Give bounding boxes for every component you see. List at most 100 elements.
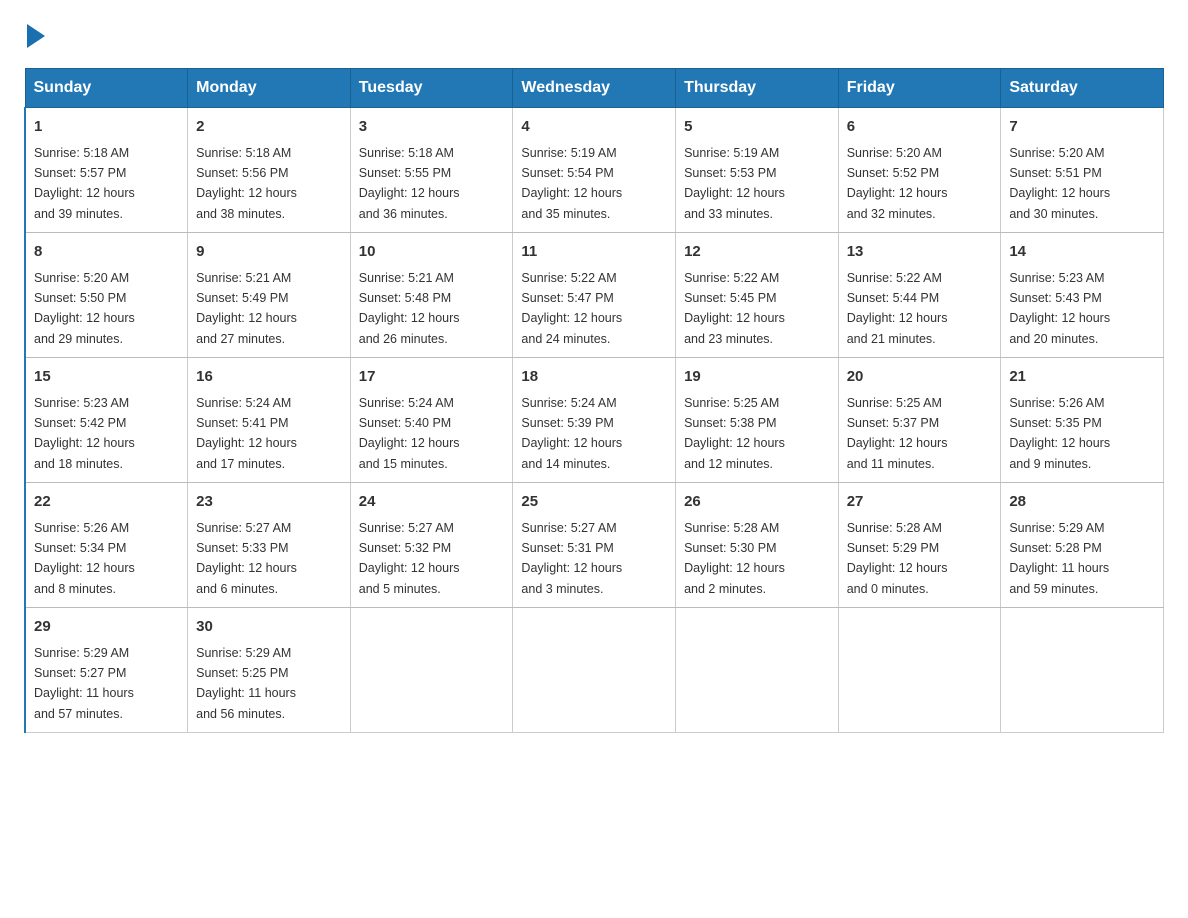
calendar-cell: 21 Sunrise: 5:26 AMSunset: 5:35 PMDaylig… bbox=[1001, 358, 1164, 483]
cell-info: Sunrise: 5:26 AMSunset: 5:34 PMDaylight:… bbox=[34, 521, 135, 596]
calendar-cell: 14 Sunrise: 5:23 AMSunset: 5:43 PMDaylig… bbox=[1001, 233, 1164, 358]
col-header-friday: Friday bbox=[838, 69, 1001, 108]
cell-info: Sunrise: 5:22 AMSunset: 5:44 PMDaylight:… bbox=[847, 271, 948, 346]
calendar-cell: 27 Sunrise: 5:28 AMSunset: 5:29 PMDaylig… bbox=[838, 483, 1001, 608]
day-number: 21 bbox=[1009, 366, 1155, 389]
calendar-table: SundayMondayTuesdayWednesdayThursdayFrid… bbox=[24, 68, 1164, 733]
logo bbox=[24, 24, 45, 48]
day-number: 14 bbox=[1009, 241, 1155, 264]
day-number: 11 bbox=[521, 241, 667, 264]
calendar-week-row: 22 Sunrise: 5:26 AMSunset: 5:34 PMDaylig… bbox=[25, 483, 1164, 608]
calendar-cell: 3 Sunrise: 5:18 AMSunset: 5:55 PMDayligh… bbox=[350, 108, 513, 233]
day-number: 19 bbox=[684, 366, 830, 389]
cell-info: Sunrise: 5:29 AMSunset: 5:25 PMDaylight:… bbox=[196, 646, 296, 721]
calendar-cell: 10 Sunrise: 5:21 AMSunset: 5:48 PMDaylig… bbox=[350, 233, 513, 358]
cell-info: Sunrise: 5:21 AMSunset: 5:48 PMDaylight:… bbox=[359, 271, 460, 346]
cell-info: Sunrise: 5:22 AMSunset: 5:47 PMDaylight:… bbox=[521, 271, 622, 346]
cell-info: Sunrise: 5:19 AMSunset: 5:53 PMDaylight:… bbox=[684, 146, 785, 221]
day-number: 4 bbox=[521, 116, 667, 139]
day-number: 12 bbox=[684, 241, 830, 264]
cell-info: Sunrise: 5:27 AMSunset: 5:31 PMDaylight:… bbox=[521, 521, 622, 596]
calendar-cell: 2 Sunrise: 5:18 AMSunset: 5:56 PMDayligh… bbox=[188, 108, 351, 233]
day-number: 13 bbox=[847, 241, 993, 264]
cell-info: Sunrise: 5:29 AMSunset: 5:28 PMDaylight:… bbox=[1009, 521, 1109, 596]
cell-info: Sunrise: 5:20 AMSunset: 5:50 PMDaylight:… bbox=[34, 271, 135, 346]
day-number: 29 bbox=[34, 616, 179, 639]
day-number: 2 bbox=[196, 116, 342, 139]
calendar-week-row: 8 Sunrise: 5:20 AMSunset: 5:50 PMDayligh… bbox=[25, 233, 1164, 358]
calendar-cell: 8 Sunrise: 5:20 AMSunset: 5:50 PMDayligh… bbox=[25, 233, 188, 358]
calendar-cell bbox=[676, 608, 839, 733]
day-number: 3 bbox=[359, 116, 505, 139]
cell-info: Sunrise: 5:24 AMSunset: 5:39 PMDaylight:… bbox=[521, 396, 622, 471]
col-header-tuesday: Tuesday bbox=[350, 69, 513, 108]
day-number: 1 bbox=[34, 116, 179, 139]
cell-info: Sunrise: 5:24 AMSunset: 5:40 PMDaylight:… bbox=[359, 396, 460, 471]
calendar-cell: 9 Sunrise: 5:21 AMSunset: 5:49 PMDayligh… bbox=[188, 233, 351, 358]
day-number: 16 bbox=[196, 366, 342, 389]
calendar-cell bbox=[350, 608, 513, 733]
cell-info: Sunrise: 5:21 AMSunset: 5:49 PMDaylight:… bbox=[196, 271, 297, 346]
calendar-cell: 28 Sunrise: 5:29 AMSunset: 5:28 PMDaylig… bbox=[1001, 483, 1164, 608]
calendar-cell: 5 Sunrise: 5:19 AMSunset: 5:53 PMDayligh… bbox=[676, 108, 839, 233]
calendar-cell: 24 Sunrise: 5:27 AMSunset: 5:32 PMDaylig… bbox=[350, 483, 513, 608]
day-number: 8 bbox=[34, 241, 179, 264]
cell-info: Sunrise: 5:23 AMSunset: 5:43 PMDaylight:… bbox=[1009, 271, 1110, 346]
day-number: 24 bbox=[359, 491, 505, 514]
day-number: 22 bbox=[34, 491, 179, 514]
cell-info: Sunrise: 5:20 AMSunset: 5:51 PMDaylight:… bbox=[1009, 146, 1110, 221]
day-number: 7 bbox=[1009, 116, 1155, 139]
day-number: 28 bbox=[1009, 491, 1155, 514]
calendar-cell: 19 Sunrise: 5:25 AMSunset: 5:38 PMDaylig… bbox=[676, 358, 839, 483]
cell-info: Sunrise: 5:18 AMSunset: 5:55 PMDaylight:… bbox=[359, 146, 460, 221]
calendar-cell: 13 Sunrise: 5:22 AMSunset: 5:44 PMDaylig… bbox=[838, 233, 1001, 358]
page-header bbox=[24, 24, 1164, 48]
col-header-saturday: Saturday bbox=[1001, 69, 1164, 108]
col-header-thursday: Thursday bbox=[676, 69, 839, 108]
calendar-week-row: 29 Sunrise: 5:29 AMSunset: 5:27 PMDaylig… bbox=[25, 608, 1164, 733]
day-number: 18 bbox=[521, 366, 667, 389]
cell-info: Sunrise: 5:27 AMSunset: 5:32 PMDaylight:… bbox=[359, 521, 460, 596]
calendar-cell bbox=[513, 608, 676, 733]
day-number: 15 bbox=[34, 366, 179, 389]
calendar-cell: 12 Sunrise: 5:22 AMSunset: 5:45 PMDaylig… bbox=[676, 233, 839, 358]
cell-info: Sunrise: 5:28 AMSunset: 5:30 PMDaylight:… bbox=[684, 521, 785, 596]
calendar-cell: 17 Sunrise: 5:24 AMSunset: 5:40 PMDaylig… bbox=[350, 358, 513, 483]
day-number: 26 bbox=[684, 491, 830, 514]
calendar-cell: 25 Sunrise: 5:27 AMSunset: 5:31 PMDaylig… bbox=[513, 483, 676, 608]
calendar-cell: 4 Sunrise: 5:19 AMSunset: 5:54 PMDayligh… bbox=[513, 108, 676, 233]
day-number: 30 bbox=[196, 616, 342, 639]
calendar-cell: 15 Sunrise: 5:23 AMSunset: 5:42 PMDaylig… bbox=[25, 358, 188, 483]
calendar-cell: 20 Sunrise: 5:25 AMSunset: 5:37 PMDaylig… bbox=[838, 358, 1001, 483]
cell-info: Sunrise: 5:18 AMSunset: 5:56 PMDaylight:… bbox=[196, 146, 297, 221]
calendar-week-row: 1 Sunrise: 5:18 AMSunset: 5:57 PMDayligh… bbox=[25, 108, 1164, 233]
calendar-cell: 22 Sunrise: 5:26 AMSunset: 5:34 PMDaylig… bbox=[25, 483, 188, 608]
day-number: 9 bbox=[196, 241, 342, 264]
calendar-cell: 26 Sunrise: 5:28 AMSunset: 5:30 PMDaylig… bbox=[676, 483, 839, 608]
cell-info: Sunrise: 5:20 AMSunset: 5:52 PMDaylight:… bbox=[847, 146, 948, 221]
cell-info: Sunrise: 5:23 AMSunset: 5:42 PMDaylight:… bbox=[34, 396, 135, 471]
day-number: 27 bbox=[847, 491, 993, 514]
day-number: 25 bbox=[521, 491, 667, 514]
cell-info: Sunrise: 5:24 AMSunset: 5:41 PMDaylight:… bbox=[196, 396, 297, 471]
calendar-cell: 30 Sunrise: 5:29 AMSunset: 5:25 PMDaylig… bbox=[188, 608, 351, 733]
calendar-cell: 23 Sunrise: 5:27 AMSunset: 5:33 PMDaylig… bbox=[188, 483, 351, 608]
day-number: 20 bbox=[847, 366, 993, 389]
day-number: 10 bbox=[359, 241, 505, 264]
calendar-cell bbox=[838, 608, 1001, 733]
cell-info: Sunrise: 5:26 AMSunset: 5:35 PMDaylight:… bbox=[1009, 396, 1110, 471]
cell-info: Sunrise: 5:25 AMSunset: 5:38 PMDaylight:… bbox=[684, 396, 785, 471]
day-number: 5 bbox=[684, 116, 830, 139]
logo-arrow-icon bbox=[27, 24, 45, 48]
cell-info: Sunrise: 5:27 AMSunset: 5:33 PMDaylight:… bbox=[196, 521, 297, 596]
cell-info: Sunrise: 5:18 AMSunset: 5:57 PMDaylight:… bbox=[34, 146, 135, 221]
calendar-cell: 6 Sunrise: 5:20 AMSunset: 5:52 PMDayligh… bbox=[838, 108, 1001, 233]
col-header-sunday: Sunday bbox=[25, 69, 188, 108]
col-header-monday: Monday bbox=[188, 69, 351, 108]
cell-info: Sunrise: 5:19 AMSunset: 5:54 PMDaylight:… bbox=[521, 146, 622, 221]
calendar-cell: 18 Sunrise: 5:24 AMSunset: 5:39 PMDaylig… bbox=[513, 358, 676, 483]
calendar-cell bbox=[1001, 608, 1164, 733]
day-number: 6 bbox=[847, 116, 993, 139]
calendar-week-row: 15 Sunrise: 5:23 AMSunset: 5:42 PMDaylig… bbox=[25, 358, 1164, 483]
calendar-cell: 7 Sunrise: 5:20 AMSunset: 5:51 PMDayligh… bbox=[1001, 108, 1164, 233]
